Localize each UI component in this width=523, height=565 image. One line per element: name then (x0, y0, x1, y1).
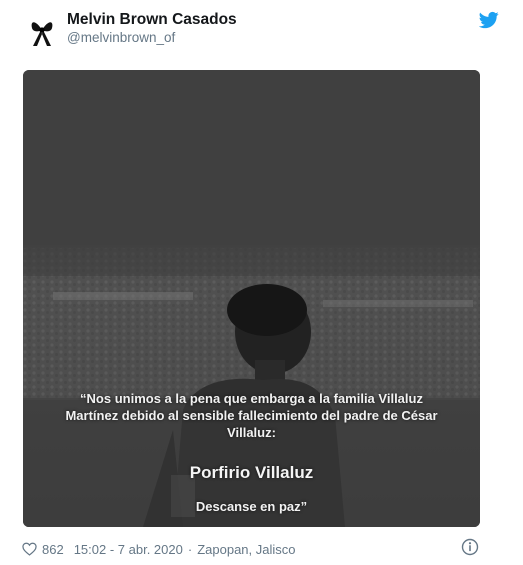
author-name[interactable]: Melvin Brown Casados (67, 11, 237, 29)
like-count[interactable]: 862 (42, 542, 64, 557)
heart-icon[interactable] (22, 542, 37, 556)
memorial-person-name: Porfirio Villaluz (189, 463, 314, 482)
info-icon[interactable] (461, 538, 479, 556)
embedded-tweet: Melvin Brown Casados @melvinbrown_of “No… (0, 0, 523, 565)
author-handle[interactable]: @melvinbrown_of (67, 30, 175, 45)
author-avatar[interactable] (22, 10, 62, 50)
tweet-location[interactable]: Zapopan, Jalisco (197, 542, 295, 557)
separator-dot: · (187, 541, 193, 557)
memorial-quote: “Nos unimos a la pena que embarga a la f… (65, 391, 438, 440)
tweet-image[interactable]: “Nos unimos a la pena que embarga a la f… (23, 70, 480, 527)
tweet-timestamp[interactable]: 15:02 - 7 abr. 2020 (74, 542, 183, 557)
tweet-footer: 862 15:02 - 7 abr. 2020 · Zapopan, Jalis… (22, 540, 492, 558)
black-ribbon-icon (31, 22, 53, 46)
twitter-bird-icon[interactable] (478, 10, 499, 30)
memorial-closing: Descanse en paz” (195, 499, 308, 514)
memorial-photo (23, 70, 480, 527)
